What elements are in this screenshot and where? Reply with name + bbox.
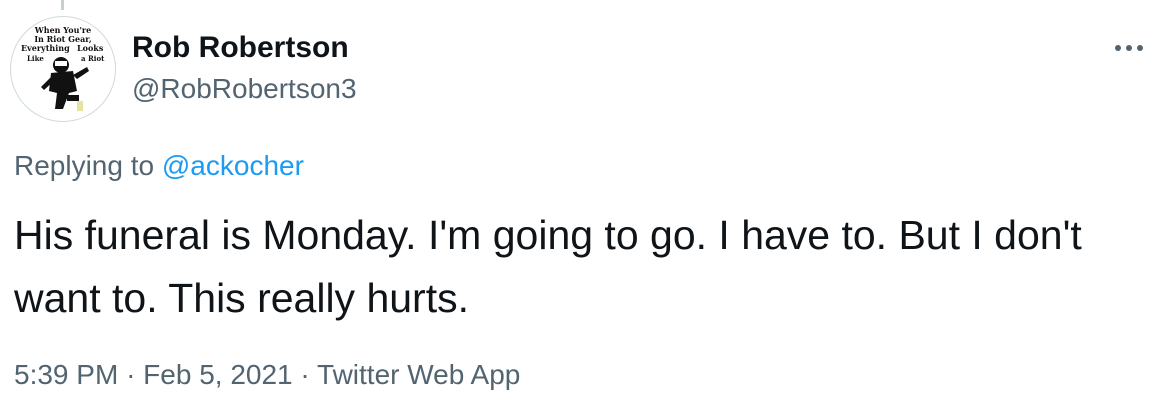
tweet-time-link[interactable]: 5:39 PM: [14, 359, 118, 390]
replying-to-mention-link[interactable]: @ackocher: [162, 150, 304, 181]
thread-connector-line: [61, 0, 64, 10]
avatar-illustration: When You're In Riot Gear, Everything Loo…: [21, 25, 105, 111]
tweet-date-link[interactable]: Feb 5, 2021: [143, 359, 292, 390]
more-horizontal-icon[interactable]: [1112, 38, 1146, 58]
tweet-metadata: 5:39 PM · Feb 5, 2021 · Twitter Web App: [14, 357, 520, 393]
author-display-name[interactable]: Rob Robertson: [132, 30, 357, 66]
svg-text:a Riot: a Riot: [81, 54, 105, 63]
svg-text:Looks: Looks: [77, 43, 104, 53]
svg-text:Everything: Everything: [21, 43, 70, 53]
author-handle[interactable]: @RobRobertson3: [132, 72, 357, 106]
meta-separator: ·: [126, 359, 136, 390]
meta-separator: ·: [300, 359, 310, 390]
tweet-text: His funeral is Monday. I'm going to go. …: [14, 212, 1082, 321]
tweet-author[interactable]: Rob Robertson @RobRobertson3: [132, 30, 357, 106]
avatar[interactable]: When You're In Riot Gear, Everything Loo…: [10, 16, 116, 122]
replying-to-prefix: Replying to: [14, 150, 155, 181]
replying-to: Replying to @ackocher: [14, 148, 304, 184]
svg-text:Like: Like: [27, 54, 44, 63]
tweet-source-link[interactable]: Twitter Web App: [317, 359, 520, 390]
